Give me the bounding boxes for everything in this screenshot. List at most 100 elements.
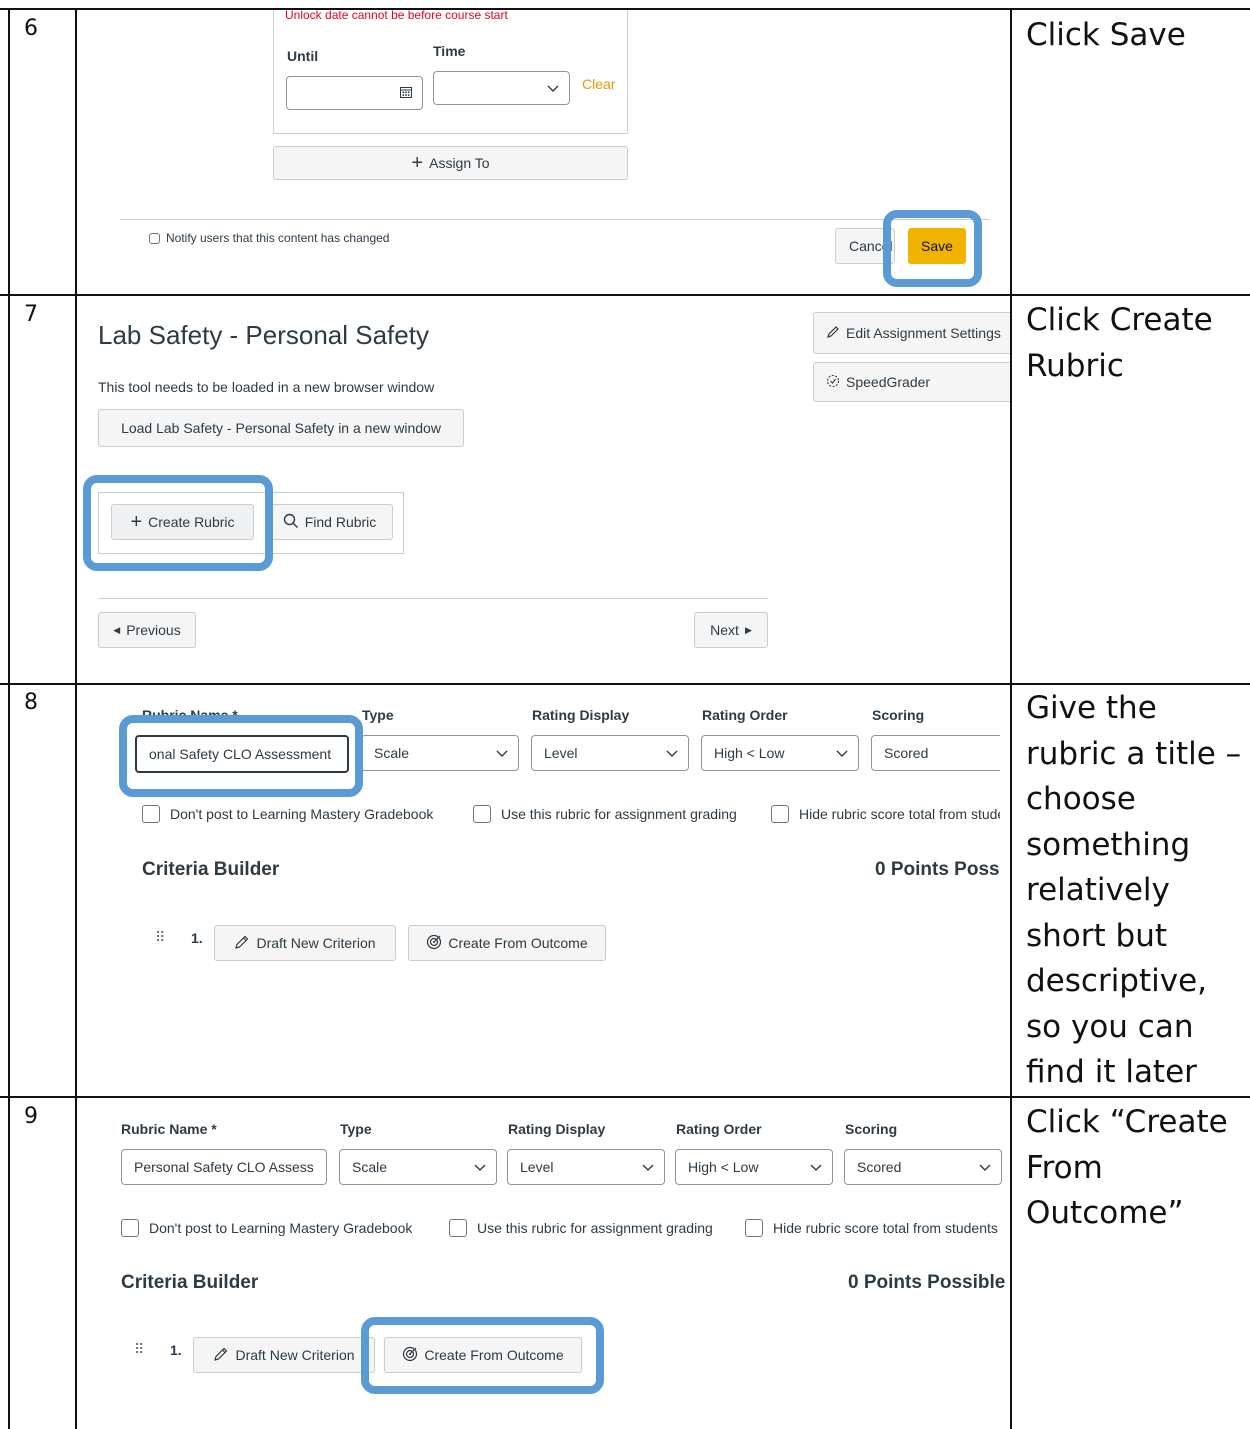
- step8-screenshot: Rubric Name * Type Rating Display Rating…: [77, 685, 1000, 1096]
- outcome-target-icon: [426, 934, 442, 953]
- checkbox-box[interactable]: [149, 232, 160, 244]
- drag-handle-icon[interactable]: ⠿: [134, 1341, 144, 1358]
- chevron-down-icon: [810, 1159, 822, 1175]
- type-value: Scale: [374, 745, 410, 761]
- until-date-input[interactable]: [286, 76, 423, 110]
- rating-display-select[interactable]: Level: [531, 735, 689, 771]
- calendar-icon[interactable]: [400, 85, 412, 101]
- next-button[interactable]: Next ▶: [694, 612, 768, 648]
- criteria-builder-heading: Criteria Builder: [121, 1272, 259, 1293]
- step-number: 6: [24, 16, 38, 41]
- rubric-name-input[interactable]: Personal Safety CLO Assess: [121, 1149, 327, 1185]
- criteria-builder-heading: Criteria Builder: [142, 859, 280, 880]
- type-select[interactable]: Scale: [339, 1149, 497, 1185]
- checkbox-box[interactable]: [142, 805, 160, 823]
- checkbox-box[interactable]: [771, 805, 789, 823]
- use-for-grading-label: Use this rubric for assignment grading: [477, 1220, 713, 1236]
- assign-to-button[interactable]: + Assign To: [273, 146, 628, 180]
- previous-button[interactable]: ◀ Previous: [98, 612, 196, 648]
- scoring-select[interactable]: Scored: [844, 1149, 1002, 1185]
- clear-link[interactable]: Clear: [582, 76, 615, 92]
- draft-new-label: Draft New Criterion: [256, 935, 376, 951]
- step-instruction: Give the rubric a title – choose somethi…: [1026, 690, 1242, 1090]
- rating-order-label: Rating Order: [676, 1121, 762, 1137]
- rating-order-value: High < Low: [714, 745, 785, 761]
- rubric-name-label: Rubric Name *: [121, 1121, 217, 1137]
- step-instruction: Click Save: [1026, 17, 1186, 53]
- rating-order-select[interactable]: High < Low: [701, 735, 859, 771]
- rating-display-select[interactable]: Level: [507, 1149, 665, 1185]
- highlight-save: [883, 210, 982, 287]
- scoring-label: Scoring: [845, 1121, 898, 1137]
- points-possible: 0 Points Possible: [848, 1272, 1006, 1293]
- load-in-new-window-button[interactable]: Load Lab Safety - Personal Safety in a n…: [98, 409, 464, 447]
- rating-order-select[interactable]: High < Low: [675, 1149, 833, 1185]
- divider: [98, 598, 768, 599]
- step9-screenshot: Rubric Name * Type Rating Display Rating…: [77, 1098, 1010, 1429]
- speedgrader-button[interactable]: SpeedGrader: [813, 362, 1010, 402]
- rating-display-label: Rating Display: [532, 707, 630, 723]
- scoring-value: Scored: [884, 745, 929, 761]
- edit-settings-label: Edit Assignment Settings: [846, 325, 1001, 341]
- notify-checkbox[interactable]: Notify users that this content has chang…: [149, 231, 389, 245]
- scoring-value: Scored: [857, 1159, 902, 1175]
- step7-screenshot: Lab Safety - Personal Safety Edit Assign…: [77, 296, 1010, 683]
- speedgrader-icon: [826, 374, 840, 391]
- use-for-grading-label: Use this rubric for assignment grading: [501, 806, 737, 822]
- find-rubric-label: Find Rubric: [304, 514, 377, 530]
- edit-assignment-settings-button[interactable]: Edit Assignment Settings: [813, 312, 1010, 354]
- criterion-index: 1.: [170, 1342, 182, 1358]
- table-border-left: [8, 8, 10, 1429]
- drag-handle-icon[interactable]: ⠿: [155, 929, 165, 946]
- dont-post-label: Don't post to Learning Mastery Gradebook: [149, 1220, 413, 1236]
- scoring-select[interactable]: Scored: [871, 735, 1000, 771]
- plus-icon: +: [411, 152, 424, 174]
- checkbox-box[interactable]: [745, 1219, 763, 1237]
- create-from-outcome-label: Create From Outcome: [448, 935, 588, 951]
- checkbox-box[interactable]: [473, 805, 491, 823]
- rating-order-value: High < Low: [688, 1159, 759, 1175]
- pencil-icon: [213, 1346, 229, 1365]
- hide-score-checkbox[interactable]: Hide rubric score total from students: [771, 805, 1000, 823]
- dont-post-checkbox[interactable]: Don't post to Learning Mastery Gradebook: [121, 1219, 412, 1237]
- step-instruction: Click “Create From Outcome”: [1026, 1104, 1228, 1231]
- rating-display-value: Level: [520, 1159, 554, 1175]
- step-instruction: Click Create Rubric: [1026, 302, 1213, 384]
- checkbox-box[interactable]: [449, 1219, 467, 1237]
- draft-new-criterion-button[interactable]: Draft New Criterion: [193, 1337, 375, 1373]
- chevron-down-icon: [979, 1159, 991, 1175]
- step-number: 8: [24, 690, 38, 715]
- search-icon: [283, 513, 299, 532]
- speedgrader-label: SpeedGrader: [846, 374, 931, 390]
- use-for-grading-checkbox[interactable]: Use this rubric for assignment grading: [473, 805, 737, 823]
- error-message: Unlock date cannot be before course star…: [285, 10, 508, 22]
- notify-label: Notify users that this content has chang…: [166, 231, 390, 245]
- tool-note: This tool needs to be loaded in a new br…: [98, 379, 435, 395]
- find-rubric-button[interactable]: Find Rubric: [266, 504, 393, 540]
- chevron-down-icon: [642, 1159, 654, 1175]
- highlight-create-rubric: [83, 475, 273, 571]
- highlight-rubric-name: [119, 715, 363, 797]
- use-for-grading-checkbox[interactable]: Use this rubric for assignment grading: [449, 1219, 713, 1237]
- hide-score-label: Hide rubric score total from students: [773, 1220, 998, 1236]
- points-possible: 0 Points Possible: [875, 859, 1000, 880]
- create-from-outcome-button[interactable]: Create From Outcome: [408, 925, 606, 961]
- type-select[interactable]: Scale: [361, 735, 519, 771]
- rating-order-label: Rating Order: [702, 707, 788, 723]
- caret-left-icon: ◀: [113, 624, 121, 635]
- checkbox-box[interactable]: [121, 1219, 139, 1237]
- hide-score-checkbox[interactable]: Hide rubric score total from students: [745, 1219, 1010, 1237]
- step6-screenshot: Unlock date cannot be before course star…: [77, 10, 1010, 294]
- previous-label: Previous: [126, 622, 181, 638]
- time-select[interactable]: [433, 71, 570, 105]
- chevron-down-icon: [496, 745, 508, 761]
- rating-display-value: Level: [544, 745, 578, 761]
- draft-new-criterion-button[interactable]: Draft New Criterion: [214, 925, 396, 961]
- assign-to-label: Assign To: [429, 155, 490, 171]
- chevron-down-icon: [836, 745, 848, 761]
- dont-post-checkbox[interactable]: Don't post to Learning Mastery Gradebook: [142, 805, 433, 823]
- type-label: Type: [362, 707, 394, 723]
- dont-post-label: Don't post to Learning Mastery Gradebook: [170, 806, 434, 822]
- chevron-down-icon: [666, 745, 678, 761]
- type-label: Type: [340, 1121, 372, 1137]
